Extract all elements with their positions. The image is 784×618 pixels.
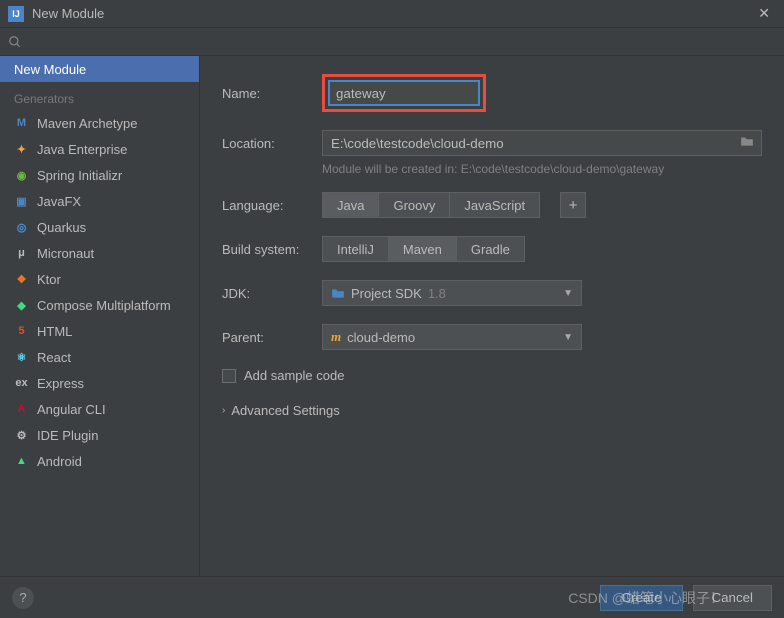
sidebar-item-generator[interactable]: ◆ Compose Multiplatform	[0, 292, 199, 318]
sidebar-item-generator[interactable]: ▣ JavaFX	[0, 188, 199, 214]
generator-icon: ❖	[14, 272, 29, 287]
jdk-version: 1.8	[428, 286, 446, 301]
sidebar-item-label: IDE Plugin	[37, 428, 98, 443]
generator-icon: ◎	[14, 220, 29, 235]
sample-code-row[interactable]: Add sample code	[222, 368, 762, 383]
generator-icon: ⚛	[14, 350, 29, 365]
app-icon: IJ	[8, 6, 24, 22]
titlebar: IJ New Module ✕	[0, 0, 784, 28]
window-title: New Module	[32, 6, 752, 21]
build-group: IntelliJMavenGradle	[322, 236, 525, 262]
advanced-settings-label: Advanced Settings	[231, 403, 339, 418]
generator-icon: μ	[14, 246, 29, 261]
chevron-down-icon: ▼	[563, 288, 573, 299]
language-group: JavaGroovyJavaScript	[322, 192, 540, 218]
sidebar-item-generator[interactable]: ⚛ React	[0, 344, 199, 370]
sidebar-item-label: HTML	[37, 324, 72, 339]
jdk-value: Project SDK	[351, 286, 422, 301]
create-button[interactable]: Create	[600, 585, 682, 611]
parent-label: Parent:	[222, 330, 310, 345]
close-icon[interactable]: ✕	[752, 5, 776, 22]
sample-code-checkbox[interactable]	[222, 369, 236, 383]
chevron-down-icon: ▼	[563, 332, 573, 343]
search-bar[interactable]	[0, 28, 784, 56]
sidebar-item-generator[interactable]: ▲ Android	[0, 448, 199, 474]
sidebar-item-generator[interactable]: ex Express	[0, 370, 199, 396]
sidebar-item-generator[interactable]: μ Micronaut	[0, 240, 199, 266]
language-label: Language:	[222, 198, 310, 213]
add-language-button[interactable]: +	[560, 192, 586, 218]
search-icon	[8, 35, 22, 49]
sidebar-item-label: Quarkus	[37, 220, 86, 235]
sample-code-label: Add sample code	[244, 368, 344, 383]
maven-icon: m	[331, 329, 341, 345]
sidebar-item-label: Express	[37, 376, 84, 391]
sidebar-item-generator[interactable]: ❖ Ktor	[0, 266, 199, 292]
build-option[interactable]: IntelliJ	[322, 236, 389, 262]
sidebar-item-generator[interactable]: ⚙ IDE Plugin	[0, 422, 199, 448]
language-option[interactable]: Java	[322, 192, 379, 218]
content-pane: Name: Location: Module will be created i…	[200, 56, 784, 576]
location-hint: Module will be created in: E:\code\testc…	[322, 162, 762, 176]
sidebar-item-label: Angular CLI	[37, 402, 106, 417]
generator-icon: ex	[14, 376, 29, 391]
build-label: Build system:	[222, 242, 310, 257]
footer: ? Create Cancel	[0, 576, 784, 618]
folder-icon	[331, 287, 345, 299]
advanced-settings-toggle[interactable]: › Advanced Settings	[222, 403, 762, 418]
sidebar-item-label: JavaFX	[37, 194, 81, 209]
sidebar-item-label: React	[37, 350, 71, 365]
generator-icon: A	[14, 402, 29, 417]
name-highlight-box	[322, 74, 486, 112]
location-input[interactable]	[322, 130, 762, 156]
sidebar-section-header: Generators	[0, 82, 199, 110]
sidebar-item-label: New Module	[14, 62, 86, 77]
generator-icon: M	[14, 116, 29, 131]
language-option[interactable]: Groovy	[379, 192, 450, 218]
location-label: Location:	[222, 136, 310, 151]
generator-icon: ◆	[14, 298, 29, 313]
generator-icon: 5	[14, 324, 29, 339]
sidebar-item-generator[interactable]: A Angular CLI	[0, 396, 199, 422]
chevron-right-icon: ›	[222, 405, 225, 416]
generator-icon: ▣	[14, 194, 29, 209]
language-option[interactable]: JavaScript	[450, 192, 540, 218]
browse-folder-icon[interactable]	[740, 135, 754, 150]
jdk-combo[interactable]: Project SDK 1.8 ▼	[322, 280, 582, 306]
sidebar-item-generator[interactable]: ◎ Quarkus	[0, 214, 199, 240]
parent-combo[interactable]: m cloud-demo ▼	[322, 324, 582, 350]
sidebar-item-label: Spring Initializr	[37, 168, 122, 183]
parent-value: cloud-demo	[347, 330, 415, 345]
sidebar-item-generator[interactable]: M Maven Archetype	[0, 110, 199, 136]
jdk-label: JDK:	[222, 286, 310, 301]
sidebar-item-label: Android	[37, 454, 82, 469]
cancel-button[interactable]: Cancel	[693, 585, 773, 611]
help-button[interactable]: ?	[12, 587, 34, 609]
sidebar-item-generator[interactable]: 5 HTML	[0, 318, 199, 344]
sidebar-item-generator[interactable]: ◉ Spring Initializr	[0, 162, 199, 188]
generator-icon: ▲	[14, 454, 29, 469]
generator-icon: ◉	[14, 168, 29, 183]
build-option[interactable]: Gradle	[457, 236, 525, 262]
generator-icon: ⚙	[14, 428, 29, 443]
sidebar: New Module Generators M Maven Archetype ✦ J…	[0, 56, 200, 576]
sidebar-item-label: Compose Multiplatform	[37, 298, 171, 313]
sidebar-item-new-module[interactable]: New Module	[0, 56, 199, 82]
sidebar-item-label: Maven Archetype	[37, 116, 137, 131]
name-input[interactable]	[328, 80, 480, 106]
generator-icon: ✦	[14, 142, 29, 157]
sidebar-item-label: Micronaut	[37, 246, 94, 261]
sidebar-item-label: Ktor	[37, 272, 61, 287]
sidebar-item-label: Java Enterprise	[37, 142, 127, 157]
name-label: Name:	[222, 86, 310, 101]
build-option[interactable]: Maven	[389, 236, 457, 262]
sidebar-item-generator[interactable]: ✦ Java Enterprise	[0, 136, 199, 162]
